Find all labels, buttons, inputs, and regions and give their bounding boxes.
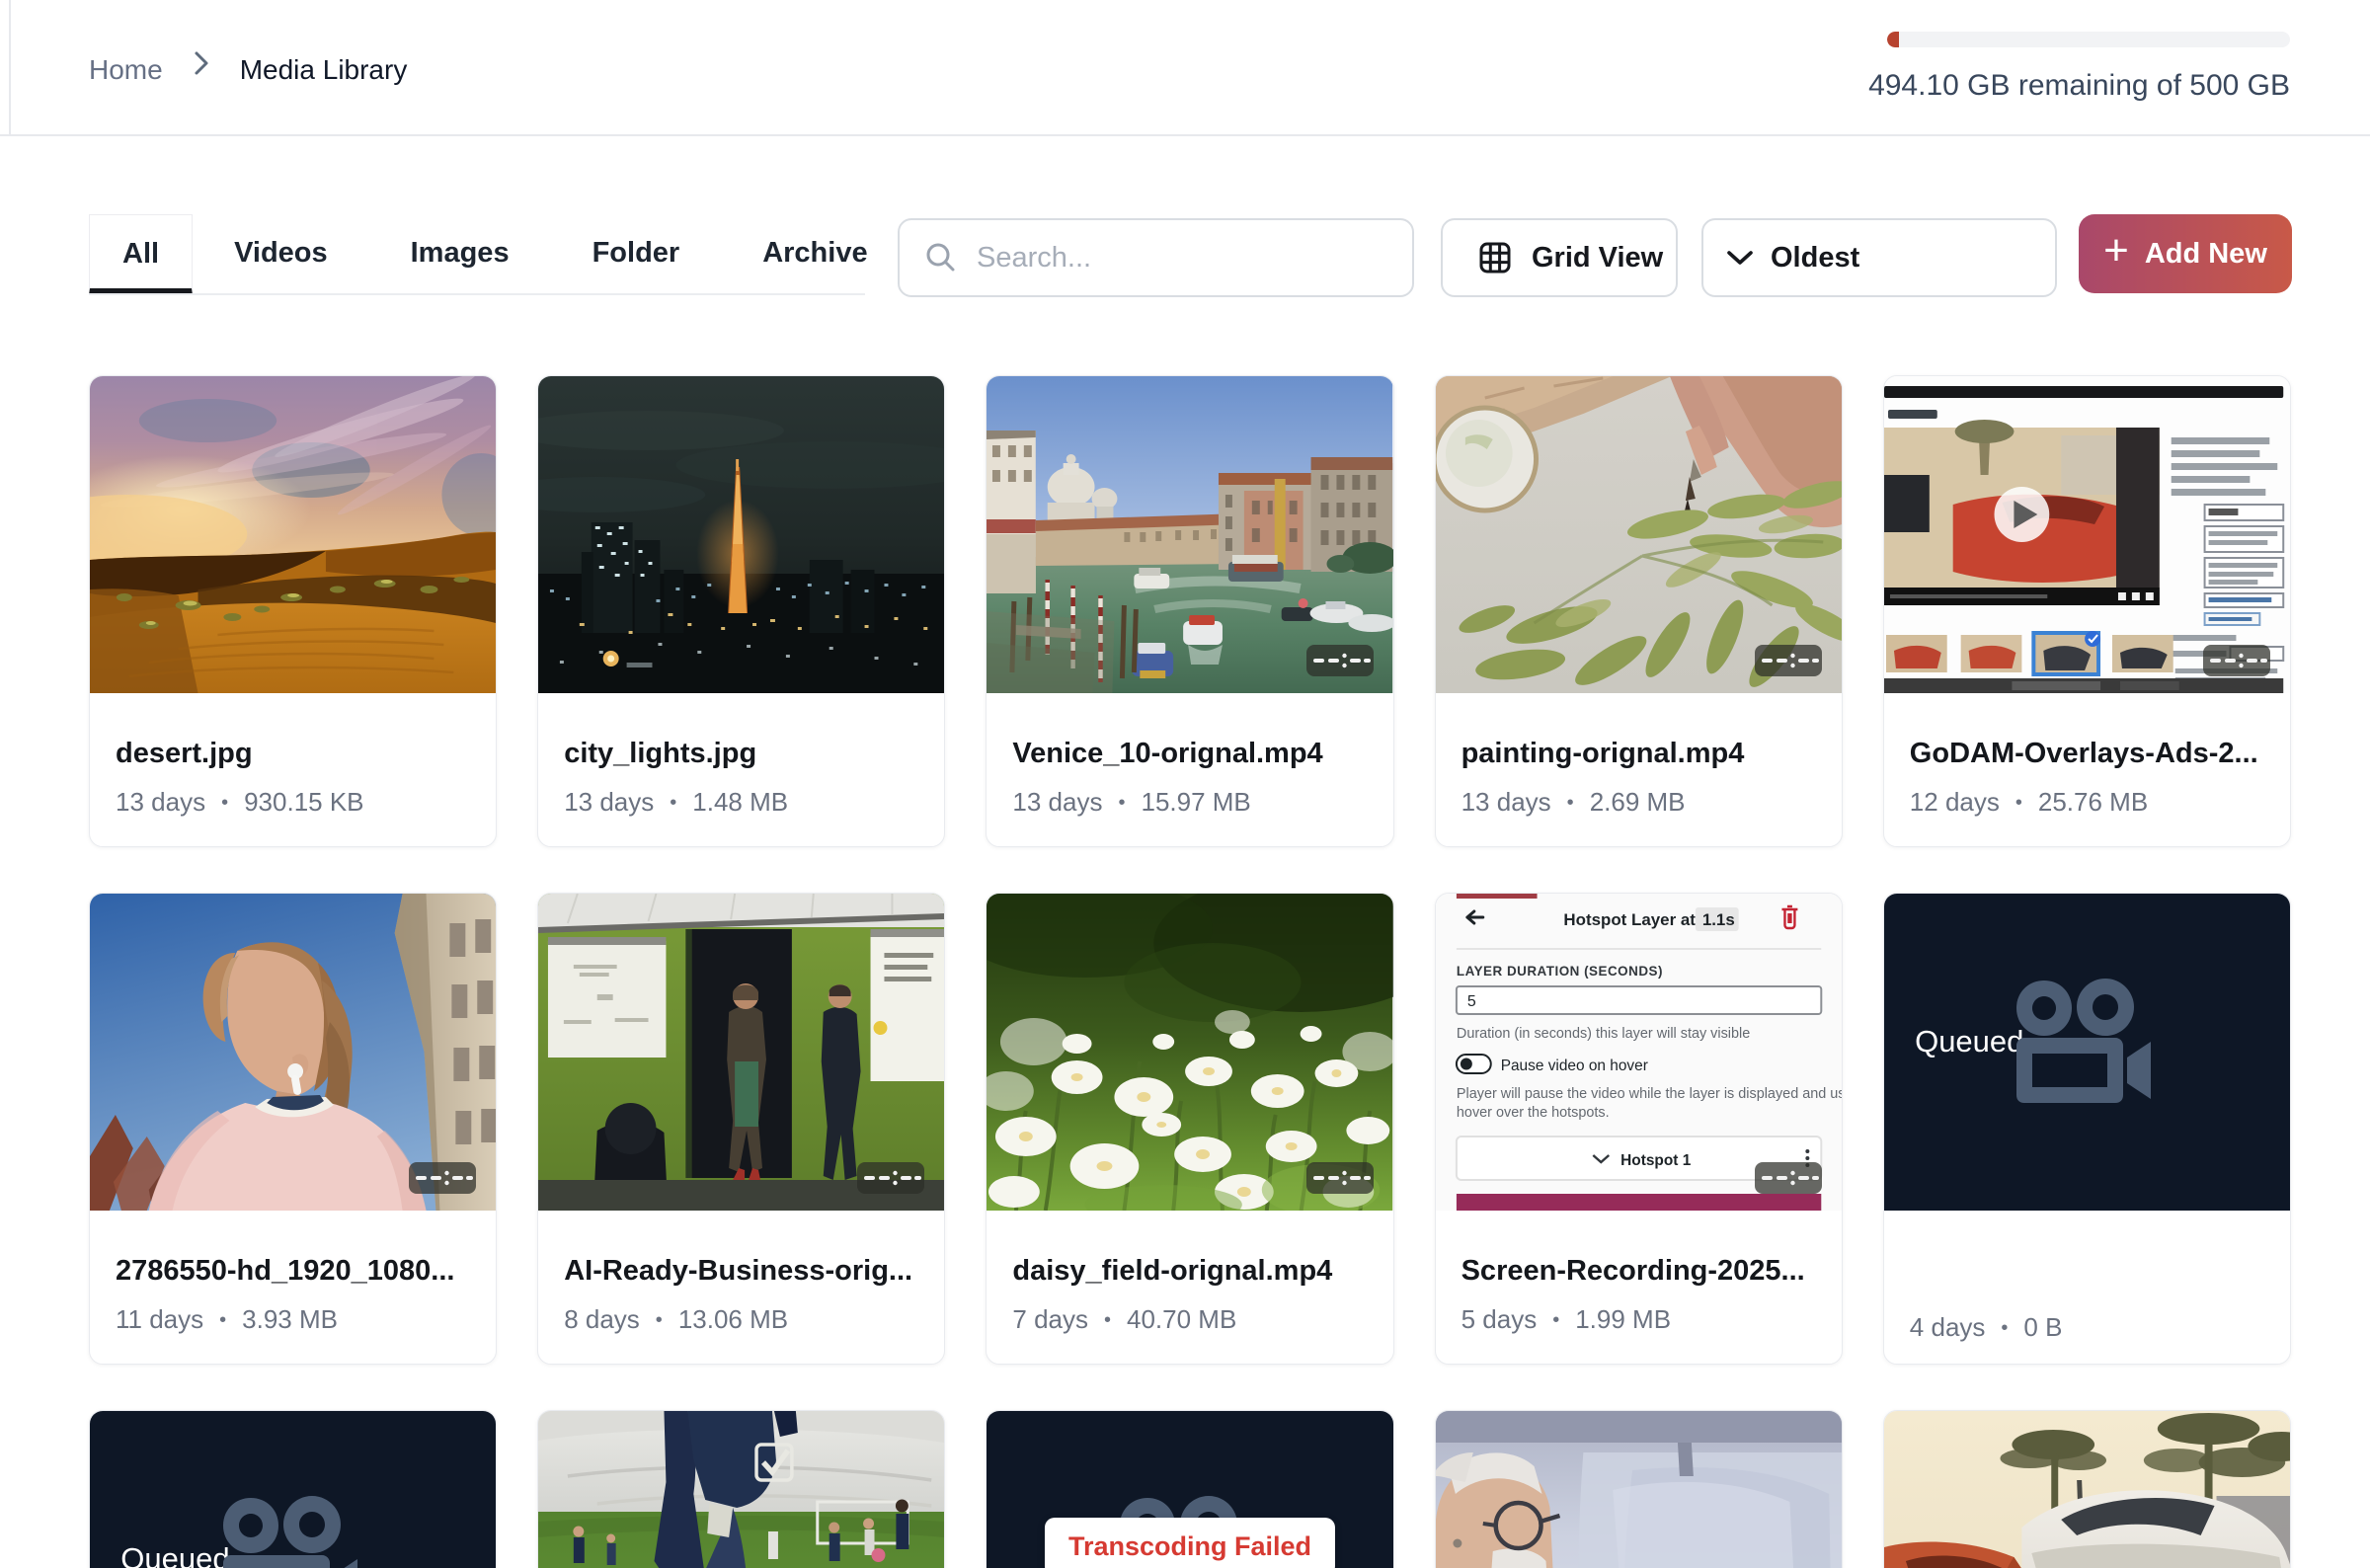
svg-text:Player will pause the video wh: Player will pause the video while the la… (1457, 1086, 1842, 1102)
svg-text:Pause video on hover: Pause video on hover (1500, 1058, 1647, 1074)
svg-text:hover over the hotspots.: hover over the hotspots. (1457, 1105, 1610, 1121)
svg-text:Duration (in seconds) this lay: Duration (in seconds) this layer will st… (1457, 1026, 1750, 1042)
svg-text:Hotspot Layer at: Hotspot Layer at (1563, 910, 1696, 929)
svg-text:LAYER DURATION (SECONDS): LAYER DURATION (SECONDS) (1457, 964, 1663, 979)
svg-text:Hotspot 1: Hotspot 1 (1620, 1152, 1692, 1169)
svg-text:5: 5 (1466, 993, 1475, 1010)
svg-text:1.1s: 1.1s (1701, 910, 1734, 929)
